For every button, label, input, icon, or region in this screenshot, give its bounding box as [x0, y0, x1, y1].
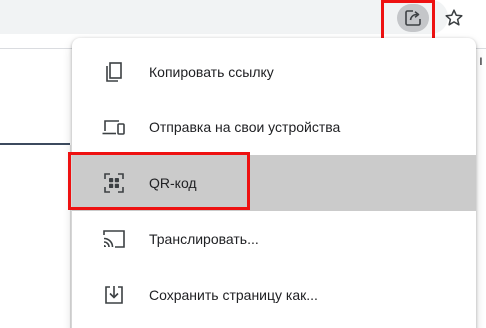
share-icon	[405, 10, 421, 26]
cast-icon	[100, 225, 128, 253]
menu-item-qr-code[interactable]: QR-код	[72, 155, 476, 211]
browser-window: ı Копировать ссылку Отправка на свои уст…	[0, 0, 486, 328]
menu-item-label: Сохранить страницу как...	[149, 287, 318, 303]
menu-item-label: QR-код	[149, 175, 197, 191]
browser-toolbar	[0, 0, 486, 34]
menu-item-copy-link[interactable]: Копировать ссылку	[72, 44, 476, 100]
menu-item-label: Копировать ссылку	[149, 64, 274, 80]
share-button[interactable]	[397, 4, 429, 32]
clipped-page-text: ı	[479, 52, 483, 68]
download-icon	[100, 281, 128, 309]
address-bar[interactable]	[0, 0, 448, 34]
share-menu: Копировать ссылку Отправка на свои устро…	[72, 38, 476, 328]
menu-item-cast[interactable]: Транслировать...	[72, 211, 476, 267]
menu-item-label: Транслировать...	[149, 231, 259, 247]
copy-icon	[100, 58, 128, 86]
menu-item-label: Отправка на свои устройства	[149, 119, 341, 135]
devices-icon	[100, 113, 128, 141]
page-column-divider	[70, 145, 71, 328]
menu-item-send-to-devices[interactable]: Отправка на свои устройства	[72, 99, 476, 155]
star-icon	[445, 9, 463, 26]
menu-item-save-page[interactable]: Сохранить страницу как...	[72, 267, 476, 323]
qr-code-icon	[100, 169, 128, 197]
page-tab-underline	[0, 143, 70, 145]
bookmark-star-button[interactable]	[440, 4, 468, 32]
